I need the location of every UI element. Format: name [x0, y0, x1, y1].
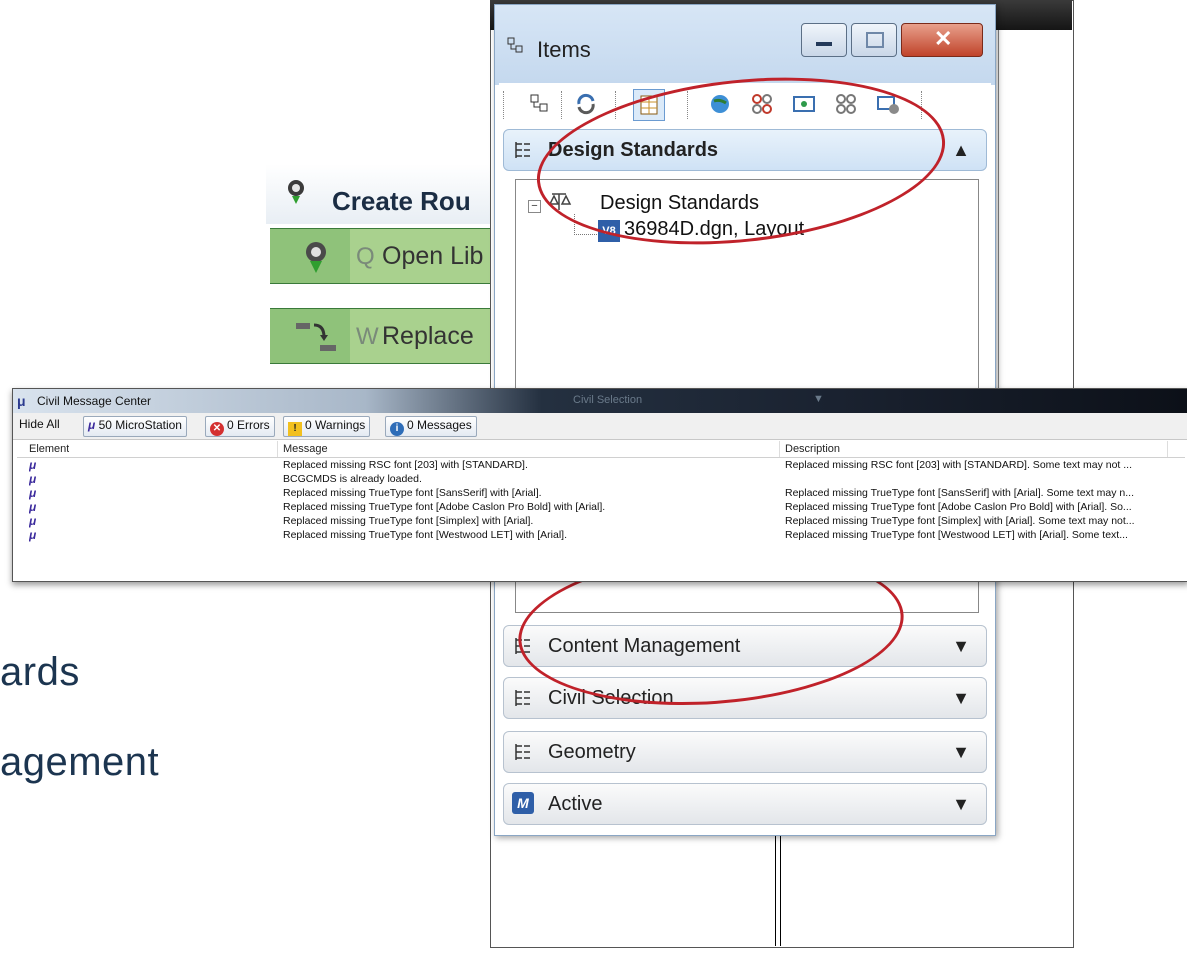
items-titlebar: Items ✕ — [495, 5, 995, 85]
column-message[interactable]: Message — [283, 443, 328, 455]
message-grid: Element Message Description μ Replaced m… — [17, 441, 1185, 577]
chevron-down-icon: ▼ — [813, 393, 824, 405]
table-row[interactable]: μ Replaced missing RSC font [203] with [… — [17, 458, 1185, 472]
errors-filter-button[interactable]: ✕ 0 Errors — [205, 416, 275, 437]
microstation-icon: μ — [29, 500, 37, 514]
civil-message-center: μ Civil Message Center Civil Selection ▼… — [12, 388, 1187, 582]
close-icon: ✕ — [934, 26, 953, 51]
maximize-button[interactable] — [851, 23, 897, 57]
column-element[interactable]: Element — [29, 443, 69, 455]
open-library-item[interactable]: Q Open Lib — [270, 228, 498, 284]
active-label: Active — [548, 793, 603, 815]
column-description[interactable]: Description — [785, 443, 840, 455]
close-button[interactable]: ✕ — [901, 23, 983, 57]
microstation-icon: M — [512, 792, 534, 814]
collapse-toggle[interactable]: − — [528, 200, 541, 213]
shortcut-key: W — [356, 323, 379, 350]
items-icon — [507, 37, 523, 53]
microstation-icon: μ — [29, 514, 37, 528]
table-row[interactable]: μ BCGCMDS is already loaded. — [17, 472, 1185, 486]
open-library-icon — [306, 242, 326, 273]
refresh-icon[interactable] — [571, 89, 601, 119]
geometry-label: Geometry — [548, 741, 636, 763]
microstation-icon: μ — [29, 528, 37, 542]
microstation-icon: μ — [29, 472, 37, 486]
info-icon: i — [390, 422, 404, 436]
error-icon: ✕ — [210, 422, 224, 436]
slide-bullet-management: agement — [0, 740, 160, 784]
chevron-down-icon[interactable]: ▼ — [952, 688, 970, 709]
tree-icon — [515, 744, 530, 760]
replace-item[interactable]: W Replace — [270, 308, 498, 364]
tree-icon — [515, 690, 530, 706]
table-row[interactable]: μ Replaced missing TrueType font [Simple… — [17, 514, 1185, 528]
message-center-toolbar: Hide All μ 50 MicroStation ✕ 0 Errors ! 0 … — [13, 413, 1187, 440]
replace-icon — [296, 323, 336, 351]
create-route-panel: Create Rou Q Open Lib W Replace — [266, 164, 498, 398]
route-icon — [288, 180, 304, 204]
replace-label: Replace — [382, 322, 474, 350]
message-center-title: Civil Message Center — [37, 394, 152, 408]
microstation-filter-button[interactable]: μ 50 MicroStation — [83, 416, 187, 437]
chevron-down-icon[interactable]: ▼ — [952, 742, 970, 763]
shortcut-key: Q — [356, 243, 375, 270]
microstation-icon: μ — [88, 418, 96, 432]
chevron-up-icon[interactable]: ▲ — [952, 140, 970, 161]
open-library-label: Open Lib — [382, 242, 484, 270]
tree-icon — [515, 142, 530, 158]
items-title: Items — [537, 37, 591, 62]
geometry-header[interactable]: Geometry ▼ — [503, 731, 987, 773]
table-row[interactable]: μ Replaced missing TrueType font [Adobe … — [17, 500, 1185, 514]
slide-bullet-standards: ards — [0, 650, 80, 694]
table-row[interactable]: μ Replaced missing TrueType font [Westwo… — [17, 528, 1185, 542]
warnings-filter-button[interactable]: ! 0 Warnings — [283, 416, 371, 437]
hide-all-button[interactable]: Hide All — [15, 416, 64, 435]
active-header[interactable]: M Active ▼ — [503, 783, 987, 825]
message-center-titlebar: μ Civil Message Center Civil Selection ▼ — [13, 389, 1187, 413]
minimize-button[interactable] — [801, 23, 847, 57]
chevron-down-icon[interactable]: ▼ — [952, 794, 970, 815]
create-route-title: Create Rou — [332, 186, 471, 216]
messages-filter-button[interactable]: i0 Messages — [385, 416, 477, 437]
microstation-icon: μ — [29, 458, 37, 472]
items-tree-icon[interactable] — [525, 89, 555, 119]
create-route-header: Create Rou — [266, 164, 498, 224]
chevron-down-icon[interactable]: ▼ — [952, 636, 970, 657]
table-row[interactable]: μ Replaced missing TrueType font [SansSe… — [17, 486, 1185, 500]
microstation-icon: μ — [17, 393, 26, 409]
grid-header: Element Message Description — [17, 441, 1185, 458]
warning-icon: ! — [288, 422, 302, 436]
background-dropdown: Civil Selection — [573, 394, 643, 406]
microstation-icon: μ — [29, 486, 37, 500]
